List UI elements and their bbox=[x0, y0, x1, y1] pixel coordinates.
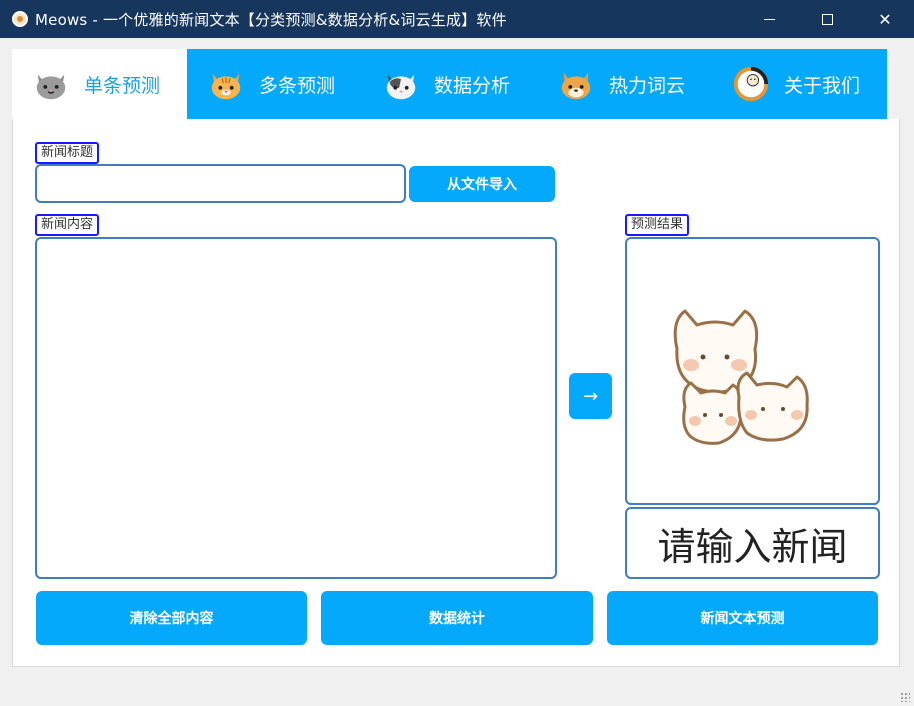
tab-word-cloud[interactable]: 热力词云 bbox=[537, 49, 712, 119]
prediction-result-text: 请输入新闻 bbox=[625, 507, 880, 579]
data-stats-button[interactable]: 数据统计 bbox=[321, 591, 593, 645]
resize-grip[interactable] bbox=[900, 692, 910, 702]
import-from-file-button[interactable]: 从文件导入 bbox=[409, 166, 555, 202]
tab-multi-predict[interactable]: 多条预测 bbox=[187, 49, 362, 119]
tab-label: 多条预测 bbox=[259, 74, 336, 97]
close-icon: ✕ bbox=[878, 9, 892, 29]
tab-single-predict[interactable]: 单条预测 bbox=[12, 49, 187, 119]
predict-arrow-button[interactable]: → bbox=[569, 373, 612, 419]
window-title: Meows - 一个优雅的新闻文本【分类预测&数据分析&词云生成】软件 bbox=[35, 10, 507, 29]
window-controls: ✕ bbox=[740, 0, 914, 38]
news-content-textarea[interactable] bbox=[37, 239, 555, 577]
minimize-icon bbox=[763, 18, 775, 20]
cat-logo-icon bbox=[733, 66, 769, 102]
tab-label: 热力词云 bbox=[609, 74, 686, 97]
news-title-label: 新闻标题 bbox=[35, 142, 100, 164]
app-logo-icon bbox=[12, 11, 28, 27]
news-predict-button[interactable]: 新闻文本预测 bbox=[607, 591, 878, 645]
news-title-input[interactable] bbox=[37, 166, 404, 201]
clear-all-button[interactable]: 清除全部内容 bbox=[36, 591, 307, 645]
tab-label: 关于我们 bbox=[784, 74, 861, 97]
tab-label: 数据分析 bbox=[434, 74, 511, 97]
maximize-button[interactable] bbox=[798, 0, 856, 38]
tab-about-us[interactable]: 关于我们 bbox=[712, 49, 887, 119]
tab-label: 单条预测 bbox=[84, 74, 161, 97]
calico-cat-icon bbox=[386, 74, 416, 100]
news-content-label: 新闻内容 bbox=[35, 214, 100, 236]
gray-cat-icon bbox=[36, 74, 66, 100]
tab-bar: 单条预测 多条预测 数据分析 热力词云 关于我们 bbox=[12, 49, 887, 119]
maximize-icon bbox=[821, 13, 833, 25]
title-bar: Meows - 一个优雅的新闻文本【分类预测&数据分析&词云生成】软件 ✕ bbox=[0, 0, 914, 38]
arrow-right-icon: → bbox=[582, 385, 599, 407]
news-content-field[interactable] bbox=[35, 237, 557, 579]
news-title-field[interactable] bbox=[35, 164, 406, 203]
tab-data-analysis[interactable]: 数据分析 bbox=[362, 49, 537, 119]
prediction-image-box bbox=[625, 237, 880, 505]
close-button[interactable]: ✕ bbox=[856, 0, 914, 38]
shiba-dog-icon bbox=[561, 72, 591, 100]
three-kittens-illustration bbox=[673, 309, 809, 445]
minimize-button[interactable] bbox=[740, 0, 798, 38]
orange-tabby-cat-icon bbox=[211, 73, 241, 100]
prediction-result-label: 预测结果 bbox=[625, 214, 690, 236]
